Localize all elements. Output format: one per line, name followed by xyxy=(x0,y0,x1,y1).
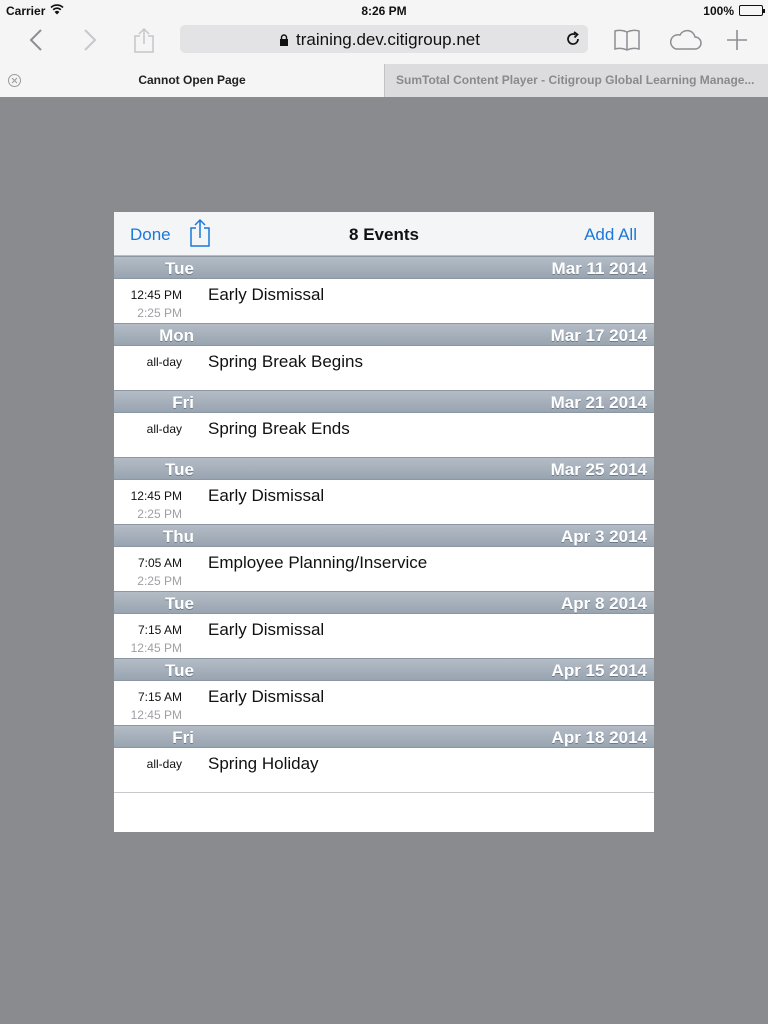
share-icon[interactable] xyxy=(126,22,162,58)
day-header: Mon Mar 17 2014 xyxy=(114,323,654,346)
event-start-time: 7:15 AM xyxy=(137,690,182,704)
event-row[interactable]: all-day Spring Holiday xyxy=(114,748,654,792)
day-weekday: Tue xyxy=(165,661,194,680)
day-header: Thu Apr 3 2014 xyxy=(114,524,654,547)
event-end-time: 2:25 PM xyxy=(137,574,182,588)
bookmarks-icon[interactable] xyxy=(609,22,645,58)
event-row[interactable]: 7:15 AM 12:45 PM Early Dismissal xyxy=(114,614,654,658)
day-group: Tue Mar 25 2014 12:45 PM 2:25 PM Early D… xyxy=(114,457,654,524)
day-date: Apr 3 2014 xyxy=(561,527,647,546)
new-tab-icon[interactable] xyxy=(719,22,755,58)
url-text: training.dev.citigroup.net xyxy=(296,30,480,49)
tab-sumtotal[interactable]: SumTotal Content Player - Citigroup Glob… xyxy=(384,64,768,97)
event-name: Early Dismissal xyxy=(208,285,325,304)
day-date: Apr 15 2014 xyxy=(551,661,647,680)
day-header: Tue Mar 11 2014 xyxy=(114,256,654,279)
event-end-time: 2:25 PM xyxy=(137,306,182,320)
day-weekday: Fri xyxy=(172,393,194,412)
event-row[interactable]: 12:45 PM 2:25 PM Early Dismissal xyxy=(114,279,654,323)
clock: 8:26 PM xyxy=(361,4,407,18)
event-row[interactable]: 7:15 AM 12:45 PM Early Dismissal xyxy=(114,681,654,725)
event-start-time: all-day xyxy=(146,355,182,369)
day-group: Tue Apr 15 2014 7:15 AM 12:45 PM Early D… xyxy=(114,658,654,725)
back-icon[interactable] xyxy=(18,22,54,58)
battery-percent: 100% xyxy=(703,4,734,18)
tab-title: Cannot Open Page xyxy=(138,73,246,87)
day-header: Tue Apr 15 2014 xyxy=(114,658,654,681)
event-start-time: 7:05 AM xyxy=(137,556,182,570)
battery-icon xyxy=(739,5,765,16)
event-name: Early Dismissal xyxy=(208,687,325,706)
reload-icon[interactable] xyxy=(565,31,581,52)
day-weekday: Tue xyxy=(165,460,194,479)
day-weekday: Tue xyxy=(165,259,194,278)
event-row[interactable]: 12:45 PM 2:25 PM Early Dismissal xyxy=(114,480,654,524)
event-name: Spring Break Begins xyxy=(208,352,363,371)
tab-bar: Cannot Open Page SumTotal Content Player… xyxy=(0,64,768,97)
tab-cannot-open-page[interactable]: Cannot Open Page xyxy=(0,64,384,97)
icloud-tabs-icon[interactable] xyxy=(666,22,704,58)
day-header: Tue Apr 8 2014 xyxy=(114,591,654,614)
status-bar: Carrier 8:26 PM 100% xyxy=(0,0,768,20)
event-name: Early Dismissal xyxy=(208,486,325,505)
event-end-time: 2:25 PM xyxy=(137,507,182,521)
add-all-button[interactable]: Add All xyxy=(584,225,637,245)
list-divider xyxy=(114,792,654,793)
day-weekday: Thu xyxy=(162,527,194,546)
sheet-header: Done 8 Events Add All xyxy=(114,212,654,256)
sheet-title: 8 Events xyxy=(349,225,419,244)
day-weekday: Tue xyxy=(165,594,194,613)
event-end-time: 12:45 PM xyxy=(130,641,182,655)
event-start-time: 12:45 PM xyxy=(130,288,182,302)
day-group: Mon Mar 17 2014 all-day Spring Break Beg… xyxy=(114,323,654,390)
day-header: Fri Mar 21 2014 xyxy=(114,390,654,413)
day-date: Mar 17 2014 xyxy=(550,326,647,345)
day-date: Apr 8 2014 xyxy=(561,594,647,613)
events-sheet: Done 8 Events Add All Tue Mar 11 2014 12… xyxy=(114,212,654,832)
day-group: Thu Apr 3 2014 7:05 AM 2:25 PM Employee … xyxy=(114,524,654,591)
lock-icon xyxy=(279,33,289,51)
event-row[interactable]: all-day Spring Break Begins xyxy=(114,346,654,390)
browser-toolbar: training.dev.citigroup.net xyxy=(0,20,768,64)
event-name: Early Dismissal xyxy=(208,620,325,639)
day-group: Fri Mar 21 2014 all-day Spring Break End… xyxy=(114,390,654,457)
events-list: Tue Mar 11 2014 12:45 PM 2:25 PM Early D… xyxy=(114,256,654,793)
event-start-time: all-day xyxy=(146,757,182,771)
event-end-time: 12:45 PM xyxy=(130,708,182,722)
event-row[interactable]: 7:05 AM 2:25 PM Employee Planning/Inserv… xyxy=(114,547,654,591)
day-date: Mar 21 2014 xyxy=(550,393,647,412)
browser-chrome: Carrier 8:26 PM 100% training.dev.citigr… xyxy=(0,0,768,97)
day-weekday: Mon xyxy=(159,326,194,345)
day-date: Mar 25 2014 xyxy=(550,460,647,479)
day-date: Apr 18 2014 xyxy=(551,728,647,747)
event-name: Spring Break Ends xyxy=(208,419,350,438)
day-header: Tue Mar 25 2014 xyxy=(114,457,654,480)
event-start-time: all-day xyxy=(146,422,182,436)
day-group: Tue Apr 8 2014 7:15 AM 12:45 PM Early Di… xyxy=(114,591,654,658)
day-group: Fri Apr 18 2014 all-day Spring Holiday xyxy=(114,725,654,792)
event-start-time: 12:45 PM xyxy=(130,489,182,503)
tab-title: SumTotal Content Player - Citigroup Glob… xyxy=(396,73,755,87)
event-row[interactable]: all-day Spring Break Ends xyxy=(114,413,654,457)
day-header: Fri Apr 18 2014 xyxy=(114,725,654,748)
day-weekday: Fri xyxy=(172,728,194,747)
forward-icon[interactable] xyxy=(72,22,108,58)
day-group: Tue Mar 11 2014 12:45 PM 2:25 PM Early D… xyxy=(114,256,654,323)
day-date: Mar 11 2014 xyxy=(551,259,647,278)
event-name: Spring Holiday xyxy=(208,754,319,773)
event-name: Employee Planning/Inservice xyxy=(208,553,428,572)
event-start-time: 7:15 AM xyxy=(137,623,182,637)
address-bar[interactable]: training.dev.citigroup.net xyxy=(180,25,588,53)
